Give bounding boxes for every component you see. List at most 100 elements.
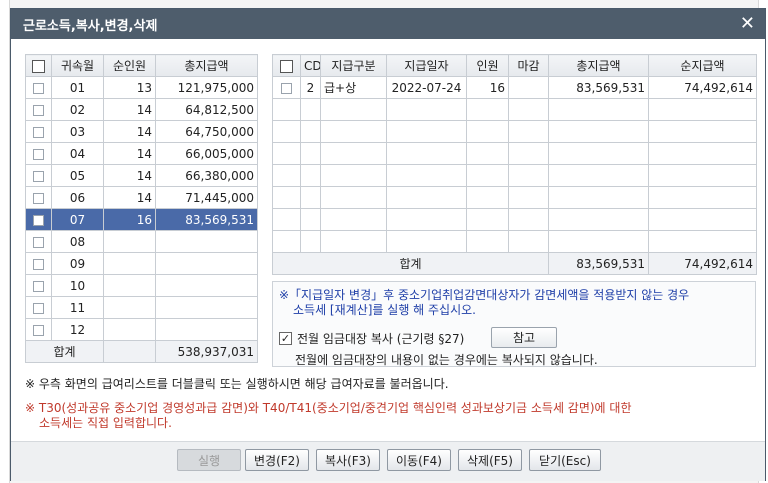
empty-row <box>272 120 757 143</box>
empty-row <box>272 186 757 209</box>
row-checkbox[interactable] <box>25 208 52 231</box>
table-row[interactable]: 11 <box>25 296 258 319</box>
copy-button[interactable]: 복사(F3) <box>316 449 380 471</box>
recalc-notice: ※「지급일자 변경」후 중소기업취업감면대상자가 감면세액을 적용받지 않는 경… <box>279 288 690 317</box>
empty-row <box>272 142 757 165</box>
cell-count: 14 <box>103 164 156 187</box>
row-checkbox[interactable] <box>25 296 52 319</box>
row-checkbox[interactable] <box>25 318 52 341</box>
row-checkbox[interactable] <box>272 76 301 99</box>
row-checkbox[interactable] <box>25 98 52 121</box>
button-bar: 실행 변경(F2) 복사(F3) 이동(F4) 삭제(F5) 닫기(Esc) <box>11 441 765 481</box>
cell-count: 14 <box>103 98 156 121</box>
table-row[interactable]: 10 <box>25 274 258 297</box>
row-checkbox[interactable] <box>25 164 52 187</box>
window-title: 근로소득,복사,변경,삭제 <box>23 18 158 34</box>
total-amount: 538,937,031 <box>155 340 258 363</box>
table-row[interactable]: 03 14 64,750,000 <box>25 120 258 143</box>
row-checkbox[interactable] <box>25 186 52 209</box>
row-checkbox[interactable] <box>25 274 52 297</box>
move-button[interactable]: 이동(F4) <box>387 449 451 471</box>
cell-count: 14 <box>103 120 156 143</box>
select-all-checkbox[interactable] <box>25 54 52 77</box>
row-checkbox[interactable] <box>25 230 52 253</box>
right-total-gross: 83,569,531 <box>548 252 649 275</box>
header-gross-amount: 총지급액 <box>548 54 649 77</box>
cell-amount: 66,380,000 <box>155 164 258 187</box>
cell-amount <box>155 230 258 253</box>
cell-amount: 83,569,531 <box>155 208 258 231</box>
cell-month: 09 <box>51 252 104 275</box>
cell-month: 07 <box>51 208 104 231</box>
copy-note: 전월에 임금대장의 내용이 없는 경우에는 복사되지 않습니다. <box>295 353 598 367</box>
table-row[interactable]: 06 14 71,445,000 <box>25 186 258 209</box>
empty-row <box>272 230 757 253</box>
empty-row <box>272 164 757 187</box>
right-total-row: 합계 83,569,531 74,492,614 <box>272 252 757 275</box>
right-select-all-checkbox[interactable] <box>272 54 301 77</box>
cell-month: 03 <box>51 120 104 143</box>
copy-prev-month-checkbox[interactable]: ✓ <box>279 332 292 345</box>
cell-count <box>103 274 156 297</box>
cell-amount <box>155 318 258 341</box>
cell-month: 10 <box>51 274 104 297</box>
header-month: 귀속월 <box>51 54 104 77</box>
cell-count: 14 <box>103 186 156 209</box>
background-left <box>0 0 10 483</box>
title-bar: 근로소득,복사,변경,삭제 ✕ <box>11 9 765 39</box>
header-total-amount: 총지급액 <box>155 54 258 77</box>
table-row[interactable]: 08 <box>25 230 258 253</box>
header-count: 순인원 <box>103 54 156 77</box>
table-row[interactable]: 04 14 66,005,000 <box>25 142 258 165</box>
table-row[interactable]: 12 <box>25 318 258 341</box>
cell-month: 05 <box>51 164 104 187</box>
row-checkbox[interactable] <box>25 142 52 165</box>
table-row[interactable]: 09 <box>25 252 258 275</box>
change-button[interactable]: 변경(F2) <box>245 449 309 471</box>
cell-amount: 121,975,000 <box>155 76 258 99</box>
delete-button[interactable]: 삭제(F5) <box>458 449 522 471</box>
monthly-payroll-table: 귀속월 순인원 총지급액 01 13 121,975,000 02 14 64,812,5… <box>25 54 258 363</box>
empty-row <box>272 208 757 231</box>
cell-count: 13 <box>103 76 156 99</box>
right-total-label: 합계 <box>272 252 549 275</box>
cell-amount: 66,005,000 <box>155 142 258 165</box>
cell-amount: 64,812,500 <box>155 98 258 121</box>
row-checkbox[interactable] <box>25 252 52 275</box>
close-button[interactable]: 닫기(Esc) <box>529 449 601 471</box>
empty-row <box>272 98 757 121</box>
cell-month: 01 <box>51 76 104 99</box>
cell-count <box>103 318 156 341</box>
table-row[interactable]: 01 13 121,975,000 <box>25 76 258 99</box>
notice-panel: ※「지급일자 변경」후 중소기업취업감면대상자가 감면세액을 적용받지 않는 경… <box>272 281 756 367</box>
total-label: 합계 <box>25 340 104 363</box>
dialog-window: 근로소득,복사,변경,삭제 ✕ 귀속월 순인원 총지급액 01 13 121,975… <box>10 8 766 481</box>
header-headcount: 인원 <box>466 54 509 77</box>
copy-prev-month-option[interactable]: ✓ 전월 임금대장 복사 (근기령 §27) <box>279 330 464 347</box>
copy-prev-month-label: 전월 임금대장 복사 (근기령 §27) <box>297 332 465 346</box>
header-net-amount: 순지급액 <box>648 54 757 77</box>
table-row[interactable]: 02 14 64,812,500 <box>25 98 258 121</box>
cell-month: 11 <box>51 296 104 319</box>
close-icon[interactable]: ✕ <box>740 13 755 34</box>
execute-button[interactable]: 실행 <box>177 449 241 471</box>
reference-button[interactable]: 참고 <box>491 327 557 348</box>
row-checkbox[interactable] <box>25 120 52 143</box>
cell-month: 04 <box>51 142 104 165</box>
cell-amount <box>155 274 258 297</box>
cell-count: 16 <box>103 208 156 231</box>
row-checkbox[interactable] <box>25 76 52 99</box>
header-pay-type: 지급구분 <box>320 54 387 77</box>
cell-amount: 64,750,000 <box>155 120 258 143</box>
cell-month: 06 <box>51 186 104 209</box>
cell-amount: 71,445,000 <box>155 186 258 209</box>
manual-input-warning: ※ T30(성과공유 중소기업 경영성과급 감면)와 T40/T41(중소기업/… <box>25 401 632 430</box>
cell-amount <box>155 296 258 319</box>
right-total-net: 74,492,614 <box>648 252 757 275</box>
header-cd: CD <box>300 54 321 77</box>
table-row[interactable]: 07 16 83,569,531 <box>25 208 258 231</box>
table-row[interactable]: 2 급+상 2022-07-24 16 83,569,531 74,492,61… <box>272 76 757 99</box>
cell-count <box>103 296 156 319</box>
left-total-row: 합계 538,937,031 <box>25 340 258 363</box>
table-row[interactable]: 05 14 66,380,000 <box>25 164 258 187</box>
